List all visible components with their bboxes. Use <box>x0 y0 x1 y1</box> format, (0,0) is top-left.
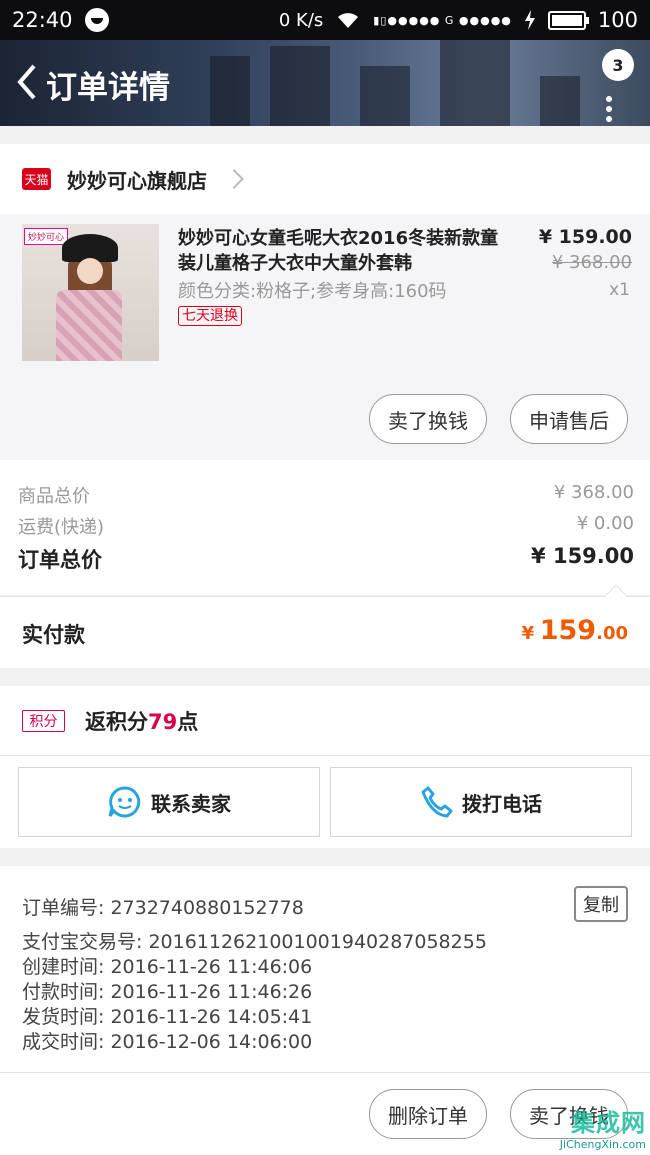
page-title: 订单详情 <box>46 70 170 106</box>
product-price: ¥ 159.00 <box>538 226 632 248</box>
order-total-row: 订单总价 ¥ 159.00 <box>18 544 634 574</box>
product-spec: 颜色分类:粉格子;参考身高:160码 <box>178 281 447 302</box>
actual-payment-row: 实付款 ¥ 159.00 <box>0 584 650 668</box>
network-speed: 0 K/s <box>278 9 324 31</box>
shipping-row: 运费(快递) ¥ 0.00 <box>18 513 634 539</box>
call-phone-label: 拨打电话 <box>462 791 542 816</box>
goods-total-row: 商品总价 ¥ 368.00 <box>18 482 634 508</box>
order-total-label: 订单总价 <box>18 548 102 572</box>
goods-total-label: 商品总价 <box>18 486 90 507</box>
apply-after-sale-button[interactable]: 申请售后 <box>510 394 628 444</box>
banner-building-decor <box>270 46 330 126</box>
copy-button[interactable]: 复制 <box>574 886 628 922</box>
product-thumbnail[interactable]: 妙妙可心 <box>22 224 159 361</box>
points-suffix: 点 <box>177 710 199 734</box>
product-item[interactable]: 妙妙可心 妙妙可心女童毛呢大衣2016冬装新款童装儿童格子大衣中大童外套韩 颜色… <box>0 214 650 460</box>
sell-for-cash-button[interactable]: 卖了换钱 <box>369 394 487 444</box>
shipped-time: 发货时间: 2016-11-26 14:05:41 <box>22 1006 313 1028</box>
order-detail-page: 22:40 0 K/s ▮▯●●●●● G ●●●●● 100 订单详情 3 天… <box>0 0 650 1155</box>
completed-time: 成交时间: 2016-12-06 14:06:00 <box>22 1031 313 1053</box>
banner-building-decor <box>440 40 510 126</box>
signal-indicator: ▮▯●●●●● G ●●●●● <box>373 13 512 27</box>
thumb-brand-logo: 妙妙可心 <box>24 228 69 245</box>
status-bar: 22:40 0 K/s ▮▯●●●●● G ●●●●● 100 <box>0 0 650 40</box>
notification-badge: 3 <box>602 49 634 81</box>
watermark: 集成网 JiChengXin.com <box>560 1103 646 1151</box>
wifi-icon <box>338 13 359 28</box>
contact-seller-button[interactable]: 联系卖家 <box>18 767 320 837</box>
points-value: 79 <box>148 710 178 734</box>
header-banner: 订单详情 3 <box>0 40 650 126</box>
battery-icon <box>547 10 589 30</box>
chat-bubble-icon <box>108 786 141 818</box>
back-arrow-icon[interactable] <box>12 62 42 102</box>
points-prefix: 返积分 <box>85 710 148 734</box>
footer-actions: 删除订单 卖了换钱 集成网 JiChengXin.com <box>0 1072 650 1155</box>
actual-payment-amount: ¥ 159.00 <box>522 615 628 646</box>
product-original-price: ¥ 368.00 <box>551 252 632 273</box>
delete-order-button[interactable]: 删除订单 <box>369 1089 487 1139</box>
actual-payment-label: 实付款 <box>22 623 85 647</box>
tmall-icon: 天猫 <box>22 168 51 190</box>
shipping-label: 运费(快递) <box>18 517 105 538</box>
alipay-trade-number: 支付宝交易号: 2016112621001001940287058255 <box>22 931 487 953</box>
thumb-figure-face <box>77 258 103 284</box>
order-info: 订单编号: 2732740880152778 复制 支付宝交易号: 201611… <box>0 866 650 1072</box>
created-time: 创建时间: 2016-11-26 11:46:06 <box>22 956 313 978</box>
watermark-logo: 集成网 <box>571 1109 646 1137</box>
contact-seller-label: 联系卖家 <box>151 791 231 816</box>
points-icon: 积分 <box>22 710 65 732</box>
thumb-figure-coat <box>56 290 122 361</box>
payment-decimal: .00 <box>596 623 628 644</box>
status-right-group: 0 K/s ▮▯●●●●● G ●●●●● 100 <box>279 8 638 32</box>
order-total-value: ¥ 159.00 <box>531 544 634 568</box>
order-number: 订单编号: 2732740880152778 <box>22 897 304 919</box>
payment-integer: 159 <box>539 615 597 646</box>
status-time: 22:40 <box>12 8 73 32</box>
banner-building-decor <box>540 76 580 126</box>
call-phone-button[interactable]: 拨打电话 <box>330 767 632 837</box>
payment-currency: ¥ <box>521 623 535 644</box>
shipping-value: ¥ 0.00 <box>576 513 634 534</box>
points-text: 返积分79点 <box>85 706 198 736</box>
banner-building-decor <box>210 56 250 126</box>
shop-name: 妙妙可心旗舰店 <box>67 168 207 193</box>
chevron-right-icon <box>224 169 244 189</box>
paid-time: 付款时间: 2016-11-26 11:46:26 <box>22 981 313 1003</box>
shop-row[interactable]: 天猫 妙妙可心旗舰店 <box>0 144 650 214</box>
product-title: 妙妙可心女童毛呢大衣2016冬装新款童装儿童格子大衣中大童外套韩 <box>178 228 499 274</box>
banner-building-decor <box>360 66 410 126</box>
app-notification-icon <box>84 8 109 32</box>
contact-actions: 联系卖家 拨打电话 <box>0 756 650 848</box>
watermark-url: JiChengXin.com <box>559 1138 646 1151</box>
price-summary: 商品总价 ¥ 368.00 运费(快递) ¥ 0.00 订单总价 ¥ 159.0… <box>0 460 650 595</box>
goods-total-value: ¥ 368.00 <box>553 482 634 503</box>
phone-icon <box>421 786 453 818</box>
seven-day-return-tag: 七天退换 <box>178 306 242 326</box>
more-menu-icon[interactable] <box>606 96 612 126</box>
product-quantity: x1 <box>609 280 630 300</box>
battery-level: 100 <box>597 8 638 32</box>
charging-icon <box>524 10 535 30</box>
points-row: 积分 返积分79点 <box>0 686 650 756</box>
